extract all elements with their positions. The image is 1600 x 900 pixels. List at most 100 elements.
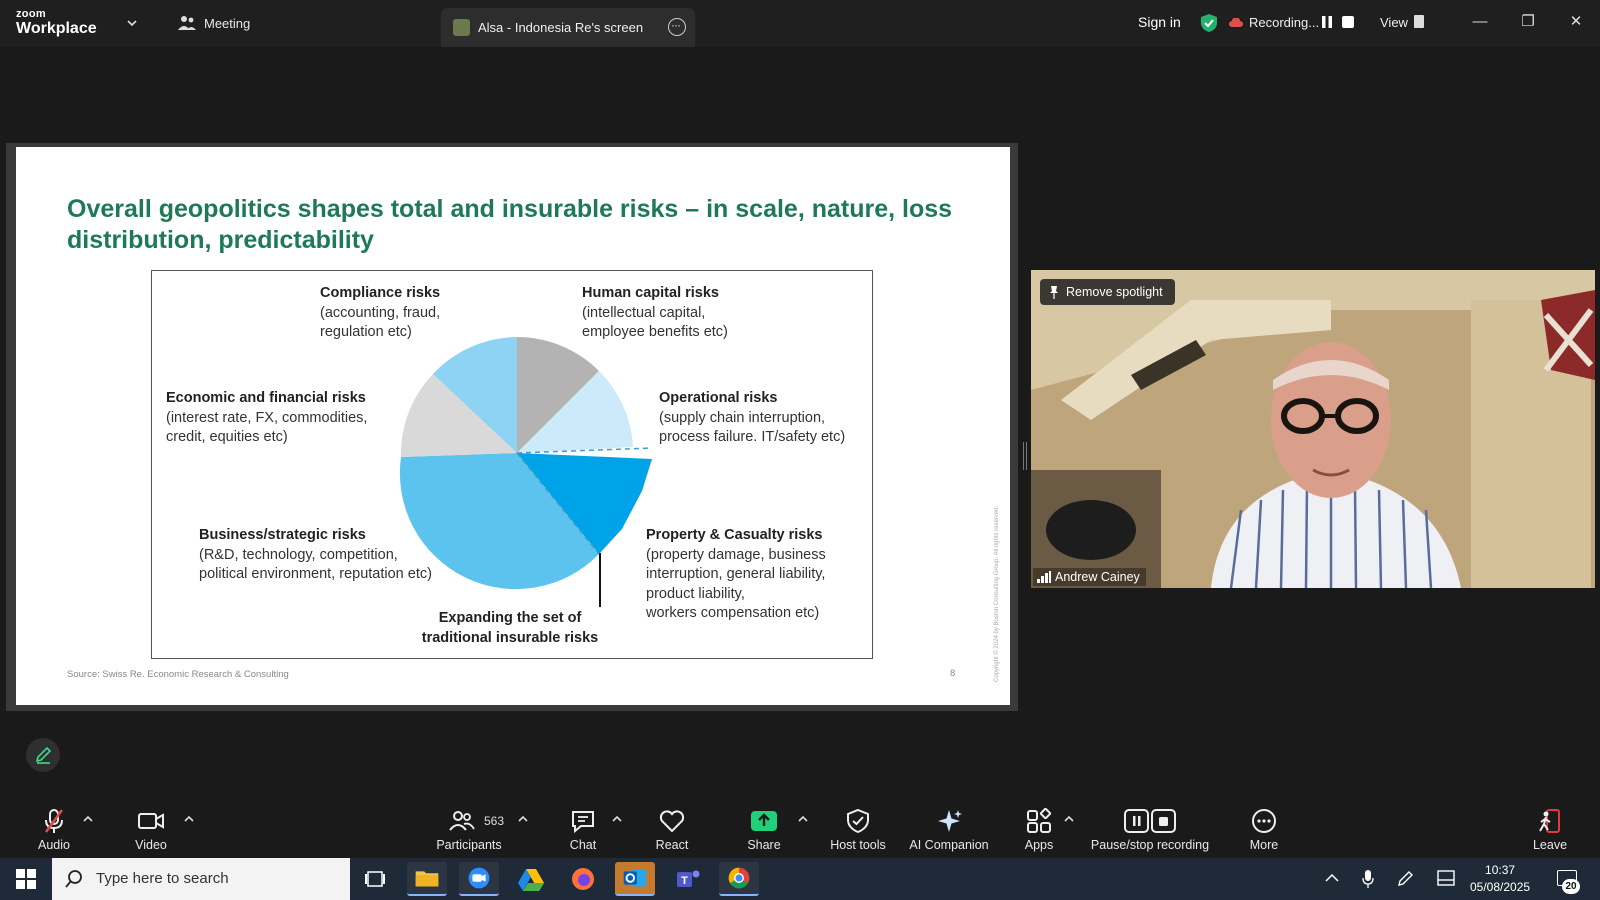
label-compliance-desc1: (accounting, fraud, (320, 304, 441, 321)
host-tools-label: Host tools (830, 838, 886, 852)
recording-indicator[interactable]: Recording... (1229, 15, 1319, 30)
windows-taskbar: Type here to search T 10:37 05/08/2025 2… (0, 858, 1600, 900)
zoom-app-icon[interactable] (459, 862, 499, 896)
host-tools-button[interactable]: Host tools (822, 802, 894, 858)
label-operational-desc1: (supply chain interruption, (659, 409, 826, 426)
encryption-shield-icon[interactable] (1200, 13, 1218, 33)
stop-recording-icon[interactable] (1342, 16, 1354, 28)
label-property-casualty: Property & Casualty risks (property dama… (646, 526, 826, 624)
video-button[interactable]: Video (126, 802, 176, 858)
chat-button[interactable]: Chat (556, 802, 610, 858)
share-label: Share (747, 838, 781, 852)
tray-pen-icon[interactable] (1396, 870, 1414, 888)
chat-label: Chat (569, 838, 597, 852)
apps-button[interactable]: Apps (1012, 802, 1066, 858)
video-camera-icon (138, 813, 164, 829)
slide-title: Overall geopolitics shapes total and ins… (67, 195, 953, 254)
participants-options-caret-icon[interactable] (518, 815, 528, 823)
label-property-desc1: (property damage, business (646, 546, 826, 563)
tray-overflow-caret-icon[interactable] (1325, 873, 1339, 883)
windows-start-icon[interactable] (16, 869, 36, 889)
label-expanding-line2: traditional insurable risks (421, 629, 599, 646)
meeting-tab-label: Meeting (204, 15, 251, 31)
shared-screen-tab-label: Alsa - Indonesia Re's screen (478, 20, 644, 35)
view-menu[interactable]: View (1380, 15, 1408, 30)
notification-count-badge: 20 (1562, 879, 1580, 894)
view-layout-icon[interactable] (1414, 15, 1424, 28)
pause-stop-icon (1124, 809, 1176, 833)
share-options-caret-icon[interactable] (798, 815, 808, 823)
apps-label: Apps (1024, 838, 1054, 852)
file-explorer-icon[interactable] (407, 862, 447, 896)
chat-options-caret-icon[interactable] (612, 815, 622, 823)
spotlight-video-tile[interactable] (1031, 270, 1595, 588)
chat-bubble-icon (572, 811, 594, 834)
task-view-icon[interactable] (355, 862, 395, 896)
leave-button[interactable]: Leave (1522, 802, 1578, 858)
share-button[interactable]: Share (736, 802, 792, 858)
participant-video-feed (1031, 270, 1595, 588)
pin-icon (1050, 286, 1058, 299)
label-compliance-title: Compliance risks (320, 285, 441, 301)
label-human-desc2: employee benefits etc) (582, 324, 728, 340)
label-operational-desc2: process failure. IT/safety etc) (659, 429, 846, 445)
title-bar: zoom Workplace Meeting Alsa - Indonesia … (0, 0, 1600, 47)
audio-options-caret-icon[interactable] (83, 815, 93, 823)
recording-label: Recording... (1249, 15, 1320, 30)
cloud-record-icon (1229, 17, 1243, 27)
firefox-icon[interactable] (563, 862, 603, 896)
chevron-down-icon[interactable] (127, 18, 137, 28)
meeting-tab[interactable]: Meeting (178, 15, 250, 31)
zoom-logo: zoom Workplace (16, 9, 97, 37)
label-property-desc3: product liability, (646, 585, 745, 602)
outlook-icon[interactable] (615, 862, 655, 896)
slide-copyright: Copyright © 2024 by Boston Consulting Gr… (994, 505, 1000, 682)
pause-stop-label: Pause/stop recording (1090, 838, 1210, 852)
sign-in-link[interactable]: Sign in (1138, 14, 1181, 30)
chrome-icon[interactable] (719, 862, 759, 896)
video-options-caret-icon[interactable] (184, 815, 194, 823)
pause-recording-icon[interactable] (1321, 16, 1333, 28)
ai-companion-label: AI Companion (909, 838, 989, 852)
more-button[interactable]: More (1236, 802, 1292, 858)
label-compliance-desc2: regulation etc) (320, 324, 412, 340)
shared-screen-tab[interactable]: Alsa - Indonesia Re's screen (441, 8, 695, 47)
label-human-title: Human capital risks (582, 285, 719, 301)
annotate-button[interactable] (26, 738, 60, 772)
participants-icon (449, 811, 475, 831)
label-human-desc1: (intellectual capital, (582, 304, 706, 321)
google-drive-icon[interactable] (511, 862, 551, 896)
pause-stop-recording-button[interactable]: Pause/stop recording (1086, 802, 1214, 858)
more-options-icon[interactable] (668, 18, 686, 36)
tray-microphone-icon[interactable] (1362, 870, 1374, 888)
audio-label: Audio (38, 838, 70, 852)
leave-label: Leave (1532, 838, 1568, 852)
remove-spotlight-button[interactable]: Remove spotlight (1040, 279, 1175, 305)
apps-options-caret-icon[interactable] (1064, 815, 1074, 823)
label-compliance: Compliance risks (accounting, fraud, reg… (320, 284, 440, 343)
participants-label: Participants (436, 838, 502, 852)
tray-touch-keyboard-icon[interactable] (1437, 870, 1455, 886)
close-icon[interactable]: ✕ (1566, 12, 1586, 32)
risk-diagram: Compliance risks (accounting, fraud, reg… (151, 270, 873, 659)
taskbar-search-box[interactable]: Type here to search (52, 858, 350, 900)
ai-companion-button[interactable]: AI Companion (904, 802, 994, 858)
label-expanding-line1: Expanding the set of (438, 610, 582, 626)
audio-button[interactable]: Audio (30, 802, 78, 858)
restore-icon[interactable]: ❐ (1518, 12, 1538, 32)
minimize-icon[interactable]: — (1470, 12, 1490, 32)
split-resize-handle[interactable] (1023, 442, 1027, 470)
label-business-desc1: (R&D, technology, competition, (199, 546, 398, 563)
label-operational: Operational risks (supply chain interrup… (659, 389, 845, 448)
participants-button[interactable]: Participants (430, 802, 508, 858)
teams-icon[interactable]: T (667, 862, 707, 896)
react-button[interactable]: React (644, 802, 700, 858)
label-economic-title: Economic and financial risks (166, 390, 366, 406)
share-screen-icon (751, 811, 777, 831)
label-business: Business/strategic risks (R&D, technolog… (199, 526, 432, 585)
more-label: More (1249, 838, 1279, 852)
taskbar-clock[interactable]: 10:37 05/08/2025 (1470, 862, 1530, 896)
label-human-capital: Human capital risks (intellectual capita… (582, 284, 728, 343)
video-label: Video (135, 838, 167, 852)
label-business-desc2: political environment, reputation etc) (199, 566, 432, 582)
